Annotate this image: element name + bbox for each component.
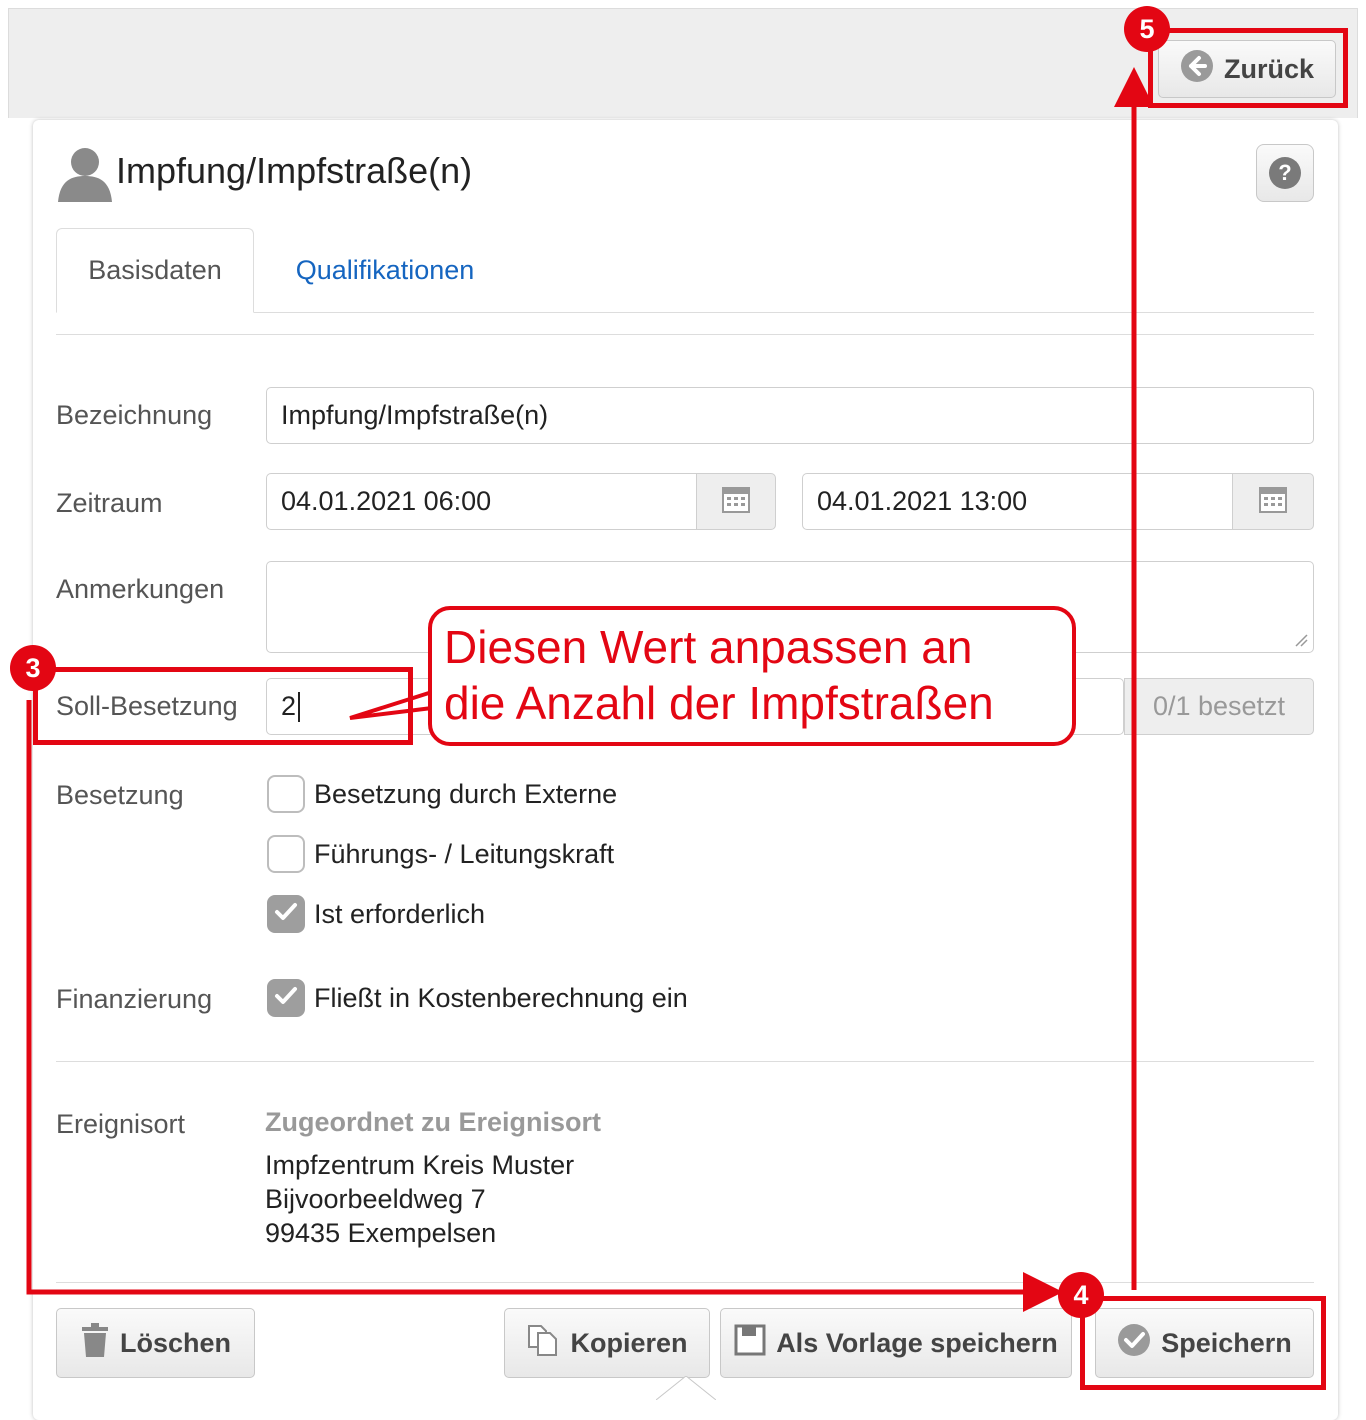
arrow-to-save <box>26 700 1063 1312</box>
step-badge-4: 4 <box>1058 1272 1104 1318</box>
highlight-soll-besetzung <box>33 667 413 745</box>
step-badge-5: 5 <box>1124 6 1170 52</box>
callout-line-2: die Anzahl der Impfstraßen <box>444 677 994 729</box>
callout-box: Diesen Wert anpassen an die Anzahl der I… <box>428 606 1076 746</box>
tab-basisdaten[interactable]: Basisdaten <box>56 228 254 313</box>
callout-line-1: Diesen Wert anpassen an <box>444 621 973 673</box>
highlight-back <box>1148 28 1348 108</box>
highlight-save <box>1080 1296 1326 1390</box>
tab-basisdaten-label: Basisdaten <box>88 255 222 285</box>
step-badge-3: 3 <box>10 645 56 691</box>
